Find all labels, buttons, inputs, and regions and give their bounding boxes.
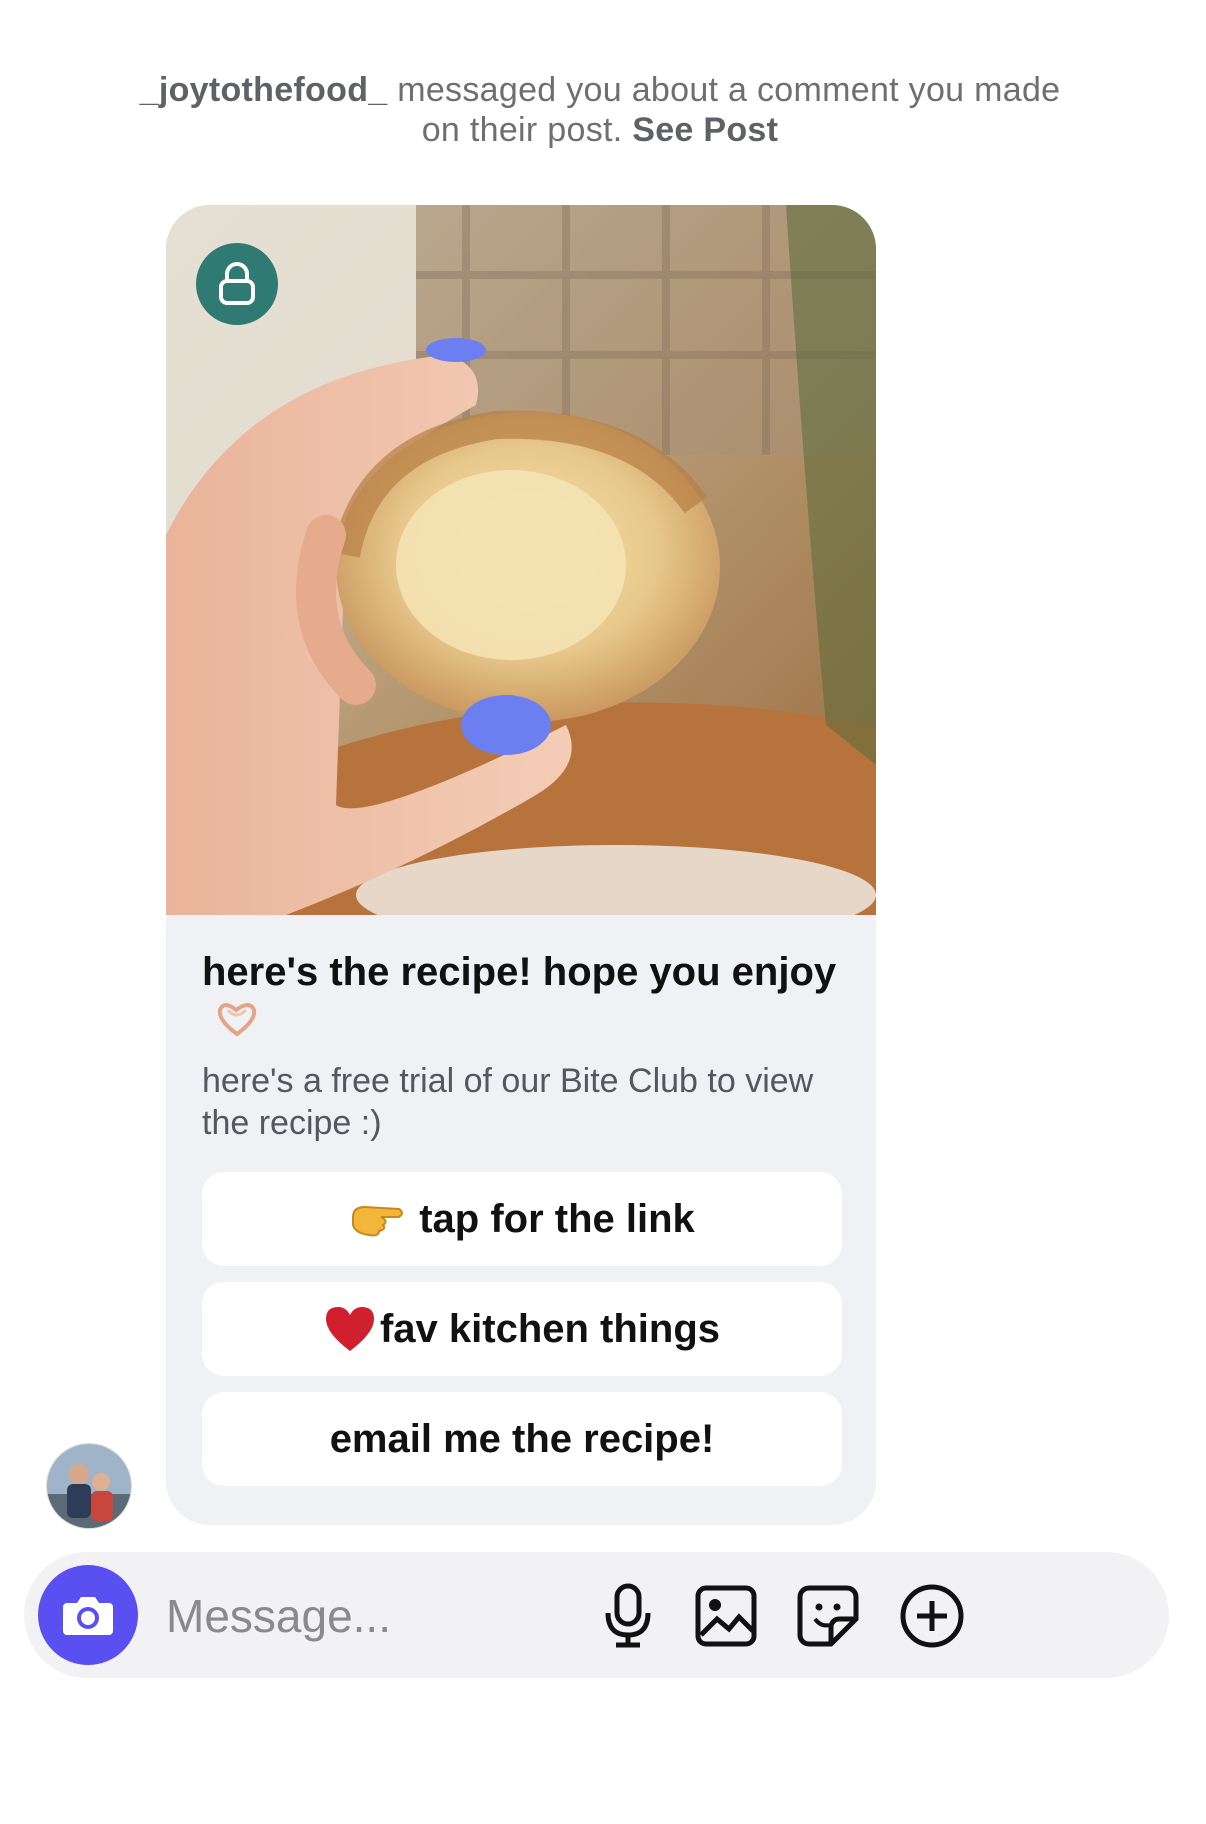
post-photo[interactable] — [166, 205, 876, 915]
heart-hands-icon — [212, 998, 262, 1050]
camera-button[interactable] — [38, 1565, 138, 1665]
camera-icon — [63, 1597, 113, 1635]
tap-for-link-label: tap for the link — [419, 1196, 695, 1241]
fav-kitchen-things-button[interactable]: fav kitchen things — [202, 1282, 842, 1376]
message-request-notice: _joytothefood_ messaged you about a comm… — [120, 70, 1080, 150]
locked-badge — [196, 243, 278, 325]
gallery-icon — [695, 1585, 757, 1647]
email-recipe-button[interactable]: email me the recipe! — [202, 1392, 842, 1486]
red-heart-icon — [324, 1305, 376, 1353]
message-composer — [24, 1552, 1169, 1678]
add-icon — [900, 1584, 964, 1648]
card-title: here's the recipe! hope you enjoy — [202, 947, 842, 1050]
message-card: here's the recipe! hope you enjoy here's… — [166, 205, 876, 1525]
see-post-link[interactable]: See Post — [632, 111, 778, 149]
microphone-button[interactable] — [592, 1580, 664, 1652]
add-button[interactable] — [896, 1580, 968, 1652]
sticker-icon — [797, 1585, 859, 1647]
fav-kitchen-things-label: fav kitchen things — [379, 1306, 721, 1351]
sticker-button[interactable] — [792, 1580, 864, 1652]
email-recipe-label: email me the recipe! — [329, 1416, 715, 1461]
card-title-text: here's the recipe! hope you enjoy — [202, 950, 837, 994]
tap-for-link-button[interactable]: tap for the link — [202, 1172, 842, 1266]
card-subtitle: here's a free trial of our Bite Club to … — [202, 1062, 814, 1142]
microphone-icon — [605, 1583, 651, 1648]
sender-avatar[interactable] — [46, 1443, 132, 1529]
pointing-finger-icon — [349, 1199, 405, 1239]
sender-username[interactable]: _joytothefood_ — [140, 71, 388, 109]
lock-icon — [219, 262, 255, 305]
gallery-button[interactable] — [690, 1580, 762, 1652]
